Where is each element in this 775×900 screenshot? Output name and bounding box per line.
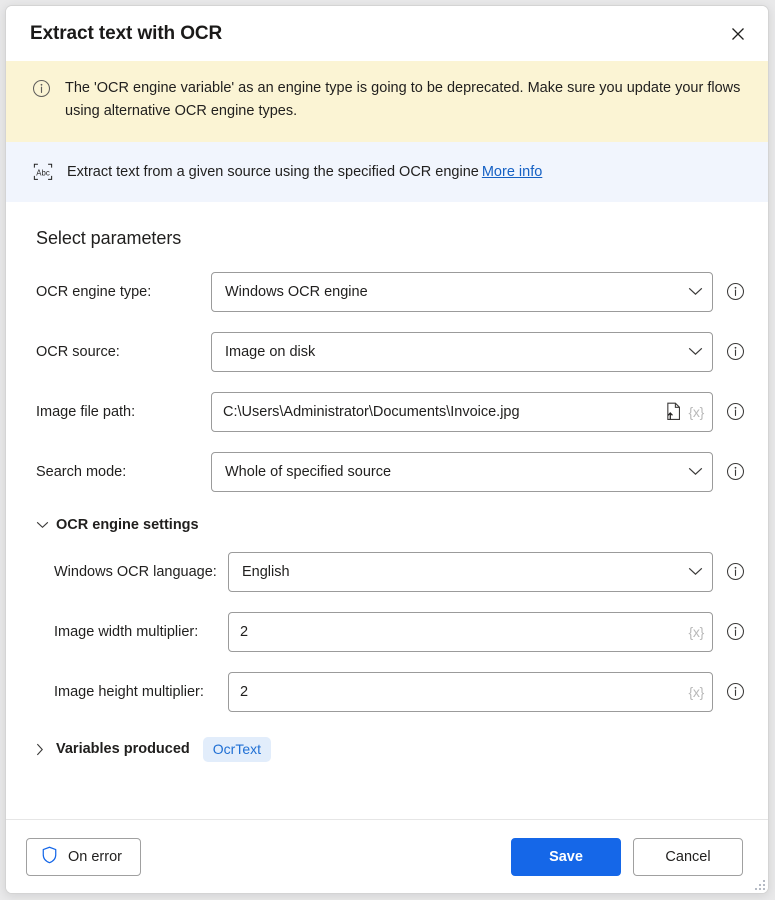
dialog-body: Select parameters OCR engine type: Windo…	[6, 201, 768, 819]
info-icon-ocr-engine-type[interactable]	[725, 282, 745, 302]
textbox-image-height-multiplier-value: 2	[240, 683, 249, 700]
image-height-multiplier-adornments: {x}	[689, 684, 712, 700]
info-icon-search-mode[interactable]	[725, 462, 745, 482]
expander-label-variables-produced: Variables produced	[56, 741, 190, 758]
chevron-down-icon	[678, 347, 712, 356]
textbox-image-width-multiplier[interactable]: 2 {x}	[228, 611, 713, 652]
info-icon-ocr-source[interactable]	[725, 342, 745, 362]
dropdown-ocr-source-value: Image on disk	[225, 343, 316, 360]
on-error-button-label: On error	[68, 848, 122, 865]
label-search-mode: Search mode:	[36, 463, 127, 480]
info-icon-image-width-multiplier[interactable]	[725, 622, 745, 642]
field-row-ocr-source: OCR source: Image on disk	[6, 331, 768, 373]
svg-text:Abc: Abc	[36, 168, 50, 177]
dialog-footer: On error Save Cancel	[6, 819, 768, 893]
textbox-image-width-multiplier-value: 2	[240, 623, 249, 640]
label-ocr-engine-type: OCR engine type:	[36, 283, 152, 300]
image-file-path-adornments: {x}	[665, 402, 712, 421]
textbox-image-file-path[interactable]: C:\Users\Administrator\Documents\Invoice…	[211, 391, 713, 432]
dropdown-search-mode-value: Whole of specified source	[225, 463, 392, 480]
field-row-windows-ocr-language: Windows OCR language: English	[6, 551, 768, 593]
field-row-search-mode: Search mode: Whole of specified source	[6, 451, 768, 493]
dropdown-ocr-engine-type[interactable]: Windows OCR engine	[211, 271, 713, 312]
select-parameters-heading: Select parameters	[36, 227, 182, 248]
close-icon	[732, 27, 744, 40]
expander-label-ocr-engine-settings: OCR engine settings	[56, 516, 199, 533]
variable-chip-ocrtext[interactable]: OcrText	[202, 736, 272, 762]
info-icon-image-file-path[interactable]	[725, 402, 745, 422]
file-upload-icon[interactable]	[665, 402, 682, 421]
dropdown-search-mode[interactable]: Whole of specified source	[211, 451, 713, 492]
dialog-titlebar: Extract text with OCR	[6, 6, 768, 61]
chevron-down-icon	[678, 467, 712, 476]
close-button[interactable]	[718, 17, 758, 51]
extract-text-with-ocr-dialog: Extract text with OCR The 'OCR engine va…	[5, 5, 769, 894]
field-row-image-width-multiplier: Image width multiplier: 2 {x}	[6, 611, 768, 653]
field-row-image-file-path: Image file path: C:\Users\Administrator\…	[6, 391, 768, 433]
textbox-image-height-multiplier[interactable]: 2 {x}	[228, 671, 713, 712]
field-row-ocr-engine-type: OCR engine type: Windows OCR engine	[6, 271, 768, 313]
more-info-link[interactable]: More info	[482, 164, 542, 180]
expander-variables-produced[interactable]: Variables produced OcrText	[6, 736, 768, 762]
variable-glyph-image-file-path[interactable]: {x}	[689, 404, 705, 420]
action-description-banner: Abc Extract text from a given source usi…	[6, 141, 768, 202]
dialog-title: Extract text with OCR	[30, 22, 223, 44]
shield-icon	[41, 846, 58, 868]
abc-ocr-icon: Abc	[32, 162, 54, 182]
variable-glyph-image-width-multiplier[interactable]: {x}	[689, 624, 705, 640]
label-windows-ocr-language: Windows OCR language:	[54, 563, 217, 580]
textbox-image-file-path-value: C:\Users\Administrator\Documents\Invoice…	[223, 403, 520, 420]
label-image-file-path: Image file path:	[36, 403, 136, 420]
action-description-text: Extract text from a given source using t…	[67, 164, 542, 180]
image-width-multiplier-adornments: {x}	[689, 624, 712, 640]
dropdown-ocr-engine-type-value: Windows OCR engine	[225, 283, 368, 300]
on-error-button[interactable]: On error	[26, 837, 141, 876]
chevron-down-icon	[678, 567, 712, 576]
dropdown-windows-ocr-language-value: English	[242, 563, 290, 580]
label-ocr-source: OCR source:	[36, 343, 120, 360]
save-button[interactable]: Save	[511, 837, 621, 876]
info-icon-image-height-multiplier[interactable]	[725, 682, 745, 702]
field-row-image-height-multiplier: Image height multiplier: 2 {x}	[6, 671, 768, 713]
label-image-width-multiplier: Image width multiplier:	[54, 623, 199, 640]
info-icon-windows-ocr-language[interactable]	[725, 562, 745, 582]
info-circle-icon	[32, 79, 51, 103]
dropdown-windows-ocr-language[interactable]: English	[228, 551, 713, 592]
expander-ocr-engine-settings[interactable]: OCR engine settings	[6, 517, 768, 533]
chevron-right-icon	[36, 743, 56, 756]
variable-glyph-image-height-multiplier[interactable]: {x}	[689, 684, 705, 700]
description-text: Extract text from a given source using t…	[67, 163, 479, 180]
chevron-down-icon	[36, 521, 56, 529]
dropdown-ocr-source[interactable]: Image on disk	[211, 331, 713, 372]
chevron-down-icon	[678, 287, 712, 296]
warning-banner-text: The 'OCR engine variable' as an engine t…	[65, 80, 741, 120]
deprecation-warning-banner: The 'OCR engine variable' as an engine t…	[6, 61, 768, 142]
label-image-height-multiplier: Image height multiplier:	[54, 683, 204, 700]
cancel-button[interactable]: Cancel	[633, 837, 743, 876]
